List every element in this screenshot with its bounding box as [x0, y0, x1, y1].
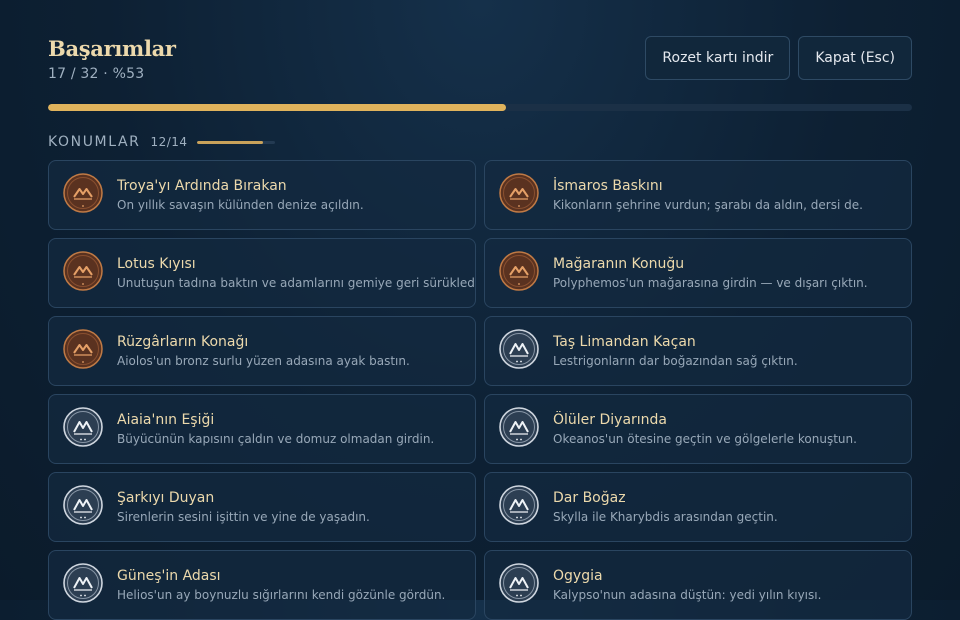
achievement-badge — [63, 407, 103, 451]
bronze-mountain-badge-icon — [63, 329, 103, 369]
achievement-title: Dar Boğaz — [553, 490, 626, 506]
achievement-text: Güneş'in Adası Helios'un ay boynuzlu sığ… — [117, 567, 445, 603]
achievement-title: İsmaros Baskını — [553, 178, 663, 194]
achievement-text: Dar Boğaz Skylla ile Kharybdis arasından… — [553, 489, 778, 525]
achievement-card[interactable]: Aiaia'nın Eşiği Büyücünün kapısını çaldı… — [48, 394, 476, 464]
achievement-text: Mağaranın Konuğu Polyphemos'un mağarasın… — [553, 255, 868, 291]
achievement-text: Ogygia Kalypso'nun adasına düştün: yedi … — [553, 567, 821, 603]
achievement-badge — [63, 329, 103, 373]
achievement-title: Lotus Kıyısı — [117, 256, 196, 272]
achievement-card[interactable]: Ogygia Kalypso'nun adasına düştün: yedi … — [484, 550, 912, 620]
achievement-badge — [499, 329, 539, 373]
achievement-text: Lotus Kıyısı Unutuşun tadına baktın ve a… — [117, 255, 475, 291]
overall-progress-fill — [48, 104, 506, 111]
achievement-description: Kikonların şehrine vurdun; şarabı da ald… — [553, 198, 863, 212]
section-label: KONUMLAR — [48, 134, 141, 150]
silver-mountain-badge-icon — [499, 407, 539, 447]
achievement-card[interactable]: Şarkıyı Duyan Sirenlerin sesini işittin … — [48, 472, 476, 542]
achievement-badge — [499, 173, 539, 217]
achievement-card[interactable]: İsmaros Baskını Kikonların şehrine vurdu… — [484, 160, 912, 230]
achievement-card[interactable]: Troya'yı Ardında Bırakan On yıllık savaş… — [48, 160, 476, 230]
overall-progress-bar — [48, 104, 912, 111]
achievement-description: Unutuşun tadına baktın ve adamlarını gem… — [117, 276, 475, 290]
section-progress-fill — [196, 140, 264, 144]
silver-mountain-badge-icon — [499, 563, 539, 603]
silver-mountain-badge-icon — [63, 563, 103, 603]
achievement-title: Troya'yı Ardında Bırakan — [117, 178, 287, 194]
achievement-title: Güneş'in Adası — [117, 568, 221, 584]
bronze-mountain-badge-icon — [63, 251, 103, 291]
achievement-description: Polyphemos'un mağarasına girdin — ve dış… — [553, 276, 868, 290]
achievement-title: Ölüler Diyarında — [553, 412, 668, 428]
achievement-card[interactable]: Lotus Kıyısı Unutuşun tadına baktın ve a… — [48, 238, 476, 308]
silver-mountain-badge-icon — [63, 485, 103, 525]
achievement-badge — [63, 173, 103, 217]
silver-mountain-badge-icon — [499, 329, 539, 369]
achievement-text: İsmaros Baskını Kikonların şehrine vurdu… — [553, 177, 863, 213]
achievement-badge — [499, 563, 539, 607]
header-actions: Rozet kartı indir Kapat (Esc) — [645, 36, 912, 80]
achievement-description: Helios'un ay boynuzlu sığırlarını kendi … — [117, 588, 446, 602]
achievement-title: Aiaia'nın Eşiği — [117, 412, 215, 428]
achievement-badge — [499, 485, 539, 529]
achievement-badge — [499, 407, 539, 451]
achievement-card[interactable]: Güneş'in Adası Helios'un ay boynuzlu sığ… — [48, 550, 476, 620]
achievement-card[interactable]: Taş Limandan Kaçan Lestrigonların dar bo… — [484, 316, 912, 386]
section-count: 12/14 — [150, 135, 188, 149]
achievement-description: Okeanos'un ötesine geçtin ve gölgelerle … — [553, 432, 857, 446]
achievement-badge — [499, 251, 539, 295]
achievement-text: Rüzgârların Konağı Aiolos'un bronz surlu… — [117, 333, 410, 369]
achievement-card[interactable]: Rüzgârların Konağı Aiolos'un bronz surlu… — [48, 316, 476, 386]
silver-mountain-badge-icon — [63, 407, 103, 447]
achievement-title: Mağaranın Konuğu — [553, 256, 685, 272]
silver-mountain-badge-icon — [499, 485, 539, 525]
achievement-description: Skylla ile Kharybdis arasından geçtin. — [553, 510, 778, 524]
achievement-card[interactable]: Dar Boğaz Skylla ile Kharybdis arasından… — [484, 472, 912, 542]
achievement-badge — [63, 251, 103, 295]
achievement-description: Aiolos'un bronz surlu yüzen adasına ayak… — [117, 354, 410, 368]
close-button[interactable]: Kapat (Esc) — [798, 36, 912, 80]
achievement-description: On yıllık savaşın külünden denize açıldı… — [117, 198, 364, 212]
section-progress-bar — [196, 140, 275, 144]
achievement-title: Şarkıyı Duyan — [117, 490, 215, 506]
bronze-mountain-badge-icon — [499, 251, 539, 291]
achievement-text: Taş Limandan Kaçan Lestrigonların dar bo… — [553, 333, 798, 369]
page-header: Başarımlar 17 / 32 · %53 Rozet kartı ind… — [48, 36, 912, 84]
achievement-card[interactable]: Mağaranın Konuğu Polyphemos'un mağarasın… — [484, 238, 912, 308]
achievement-title: Taş Limandan Kaçan — [553, 334, 696, 350]
achievement-text: Şarkıyı Duyan Sirenlerin sesini işittin … — [117, 489, 370, 525]
achievement-text: Aiaia'nın Eşiği Büyücünün kapısını çaldı… — [117, 411, 434, 447]
achievement-description: Kalypso'nun adasına düştün: yedi yılın k… — [553, 588, 822, 602]
achievement-title: Rüzgârların Konağı — [117, 334, 249, 350]
achievement-badge — [63, 563, 103, 607]
bronze-mountain-badge-icon — [63, 173, 103, 213]
download-badge-card-button[interactable]: Rozet kartı indir — [645, 36, 791, 80]
achievement-description: Sirenlerin sesini işittin ve yine de yaş… — [117, 510, 370, 524]
section-header-locations: KONUMLAR 12/14 — [48, 134, 275, 150]
achievement-text: Troya'yı Ardında Bırakan On yıllık savaş… — [117, 177, 364, 213]
achievement-card[interactable]: Ölüler Diyarında Okeanos'un ötesine geçt… — [484, 394, 912, 464]
bronze-mountain-badge-icon — [499, 173, 539, 213]
achievement-description: Lestrigonların dar boğazından sağ çıktın… — [553, 354, 798, 368]
achievement-grid: Troya'yı Ardında Bırakan On yıllık savaş… — [48, 160, 912, 620]
achievement-title: Ogygia — [553, 568, 603, 584]
achievement-description: Büyücünün kapısını çaldın ve domuz olmad… — [117, 432, 435, 446]
achievement-text: Ölüler Diyarında Okeanos'un ötesine geçt… — [553, 411, 857, 447]
achievement-badge — [63, 485, 103, 529]
